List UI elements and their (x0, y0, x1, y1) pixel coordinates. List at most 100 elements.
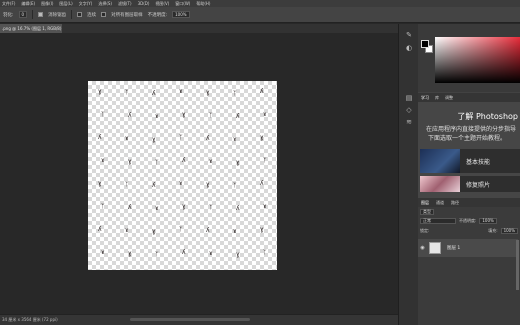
menu-item[interactable]: 视图(V) (155, 0, 169, 7)
horizontal-scrollbar[interactable] (130, 318, 250, 321)
figure-mark: ɣ (206, 89, 210, 96)
tutorial-label: 基本技能 (466, 158, 491, 166)
layers-icon[interactable]: ▤ (404, 94, 414, 103)
tutorial-thumbnail (420, 149, 460, 173)
menu-item[interactable]: 选择(S) (98, 0, 112, 7)
figure-mark: ɤ (179, 180, 183, 187)
figure-mark: ɣ (182, 203, 186, 210)
color-picker-field[interactable] (435, 37, 520, 83)
layer-name[interactable]: 图层 1 (447, 245, 460, 251)
figure-mark: ᛉ (179, 226, 183, 233)
menu-item[interactable]: 帮助(H) (196, 0, 210, 7)
figure-mark: ɤ (263, 203, 267, 210)
figure-mark: ɤ (155, 205, 159, 212)
menu-item[interactable]: 图层(L) (59, 0, 72, 7)
figure-mark: ᛉ (179, 134, 183, 141)
channels-icon[interactable]: ≋ (404, 118, 414, 127)
menu-item[interactable]: 3D(D) (138, 0, 150, 7)
tutorial-card-basic-skills[interactable]: 基本技能 (420, 149, 520, 173)
contiguous-checkbox[interactable] (77, 12, 83, 17)
menu-item[interactable]: 图像(I) (41, 0, 53, 7)
tab-channels[interactable]: 通道 (436, 200, 444, 206)
figure-mark: ɣ (260, 134, 264, 141)
tab-paths[interactable]: 路径 (451, 200, 459, 206)
figure-mark: ʎ (182, 249, 186, 256)
figure-mark: ɤ (209, 158, 213, 165)
options-bar: 羽化: 0 消除锯齿 连续 对所有图层取样 不透明度: 100% (0, 7, 520, 23)
adjust-icon[interactable]: ◐ (404, 44, 414, 53)
figure-mark: ʎ (236, 205, 240, 212)
figure-mark: ʎ (206, 227, 210, 234)
foreground-color-swatch[interactable] (421, 40, 429, 48)
figure-mark: ɣ (98, 88, 102, 95)
fill-input[interactable]: 100% (500, 228, 518, 234)
figure-mark: ᛉ (101, 203, 105, 210)
tab-adjustments[interactable]: 调整 (445, 95, 453, 101)
figure-mark: ɤ (155, 113, 159, 120)
figure-mark: ʎ (128, 112, 132, 119)
brush-icon[interactable]: ✎ (404, 31, 414, 40)
sample-all-checkbox[interactable] (101, 12, 107, 17)
learn-title: 了解 Photoshop (457, 112, 518, 121)
figure-mark: ɣ (98, 180, 102, 187)
learn-description-2: 下面选取一个主题开始教程。 (428, 135, 507, 142)
figure-mark: ʎ (98, 134, 102, 141)
tab-learn[interactable]: 学习 (421, 95, 429, 101)
feather-input[interactable]: 0 (18, 11, 28, 18)
divider (71, 10, 73, 19)
figure-mark: ᛉ (125, 181, 129, 188)
figure-mark: ʎ (206, 135, 210, 142)
document-canvas[interactable]: ɣ ᛉ ʎ ɤ ɣ ᛉ ʎ ᛉ ʎ ɤ ɣ ᛉ ʎ ɤ ʎ ɤ ɣ ᛉ ʎ ɤ ɣ ɤ ɣ ᛉ ʎ ɤ ɣ ᛉ ɣ ᛉ ʎ ɤ ɣ ᛉ ʎ ᛉ ʎ ɤ ɣ ᛉ… (88, 81, 277, 270)
layer-row[interactable]: ◉ 图层 1 (418, 239, 518, 257)
figure-mark: ɣ (260, 226, 264, 233)
tab-layers[interactable]: 图层 (421, 200, 429, 206)
figure-mark: ᛉ (155, 251, 159, 258)
figure-mark: ᛉ (233, 182, 237, 189)
menubar: 文件(F) 编辑(E) 图像(I) 图层(L) 文字(Y) 选择(S) 滤镜(T) 3D(D)… (0, 0, 520, 7)
figure-mark: ɤ (263, 111, 267, 118)
tutorial-card-fix-photo[interactable]: 修复照片 (420, 176, 520, 192)
learn-description: 在应用程序内直接提供的分步指导 (426, 126, 517, 133)
layer-filter-select[interactable]: 类型 (420, 209, 434, 215)
tab-libraries[interactable]: 库 (435, 95, 439, 101)
figure-mark: ɣ (182, 111, 186, 118)
figure-mark: ʎ (152, 182, 156, 189)
menu-item[interactable]: 文件(F) (2, 0, 15, 7)
figure-mark: ɣ (128, 158, 132, 165)
antialias-checkbox[interactable] (38, 12, 44, 17)
figure-mark: ᛉ (125, 89, 129, 96)
feather-label: 羽化: (3, 12, 14, 18)
fill-label: 填充: (488, 228, 498, 233)
menu-item[interactable]: 窗口(W) (175, 0, 190, 7)
opacity-input[interactable]: 100% (172, 11, 190, 18)
layers-panel-tabs: 图层 通道 路径 (418, 198, 520, 207)
tutorial-label: 修复照片 (466, 181, 491, 189)
panel-dock-strip: ✎ ◐ ▤ ◇ ≋ (398, 24, 418, 325)
figure-mark: ɤ (233, 228, 237, 235)
layer-opacity-input[interactable]: 100% (479, 218, 497, 224)
menu-item[interactable]: 滤镜(T) (118, 0, 132, 7)
menu-item[interactable]: 文字(Y) (79, 0, 93, 7)
learn-panel-tabs: 学习 库 调整 (418, 93, 520, 102)
path-icon[interactable]: ◇ (404, 106, 414, 115)
blend-row: 正常 不透明度: 100% (420, 217, 518, 225)
blend-mode-select[interactable]: 正常 (420, 218, 456, 224)
menu-item[interactable]: 编辑(E) (21, 0, 35, 7)
lock-row: 锁定: 填充: 100% (420, 227, 518, 235)
figure-mark: ᛉ (263, 157, 267, 164)
visibility-eye-icon[interactable]: ◉ (418, 245, 427, 251)
panel-scrollbar[interactable] (516, 240, 519, 290)
lock-label: 锁定: (420, 228, 430, 233)
figure-mark: ɣ (236, 251, 240, 258)
layer-opacity-label: 不透明度: (459, 218, 477, 223)
figure-mark: ɣ (152, 228, 156, 235)
tab-strip (62, 24, 398, 33)
figure-mark: ʎ (260, 88, 264, 95)
figure-mark: ᛉ (209, 204, 213, 211)
document-tab[interactable]: .png @ 16.7% (图层 1, RGB/8) (0, 24, 62, 33)
figure-mark: ɤ (209, 250, 213, 257)
layer-filter-row: 类型 (420, 208, 518, 216)
figure-mark: ᛉ (233, 90, 237, 97)
figure-mark: ɣ (206, 181, 210, 188)
figure-mark: ɣ (128, 250, 132, 257)
